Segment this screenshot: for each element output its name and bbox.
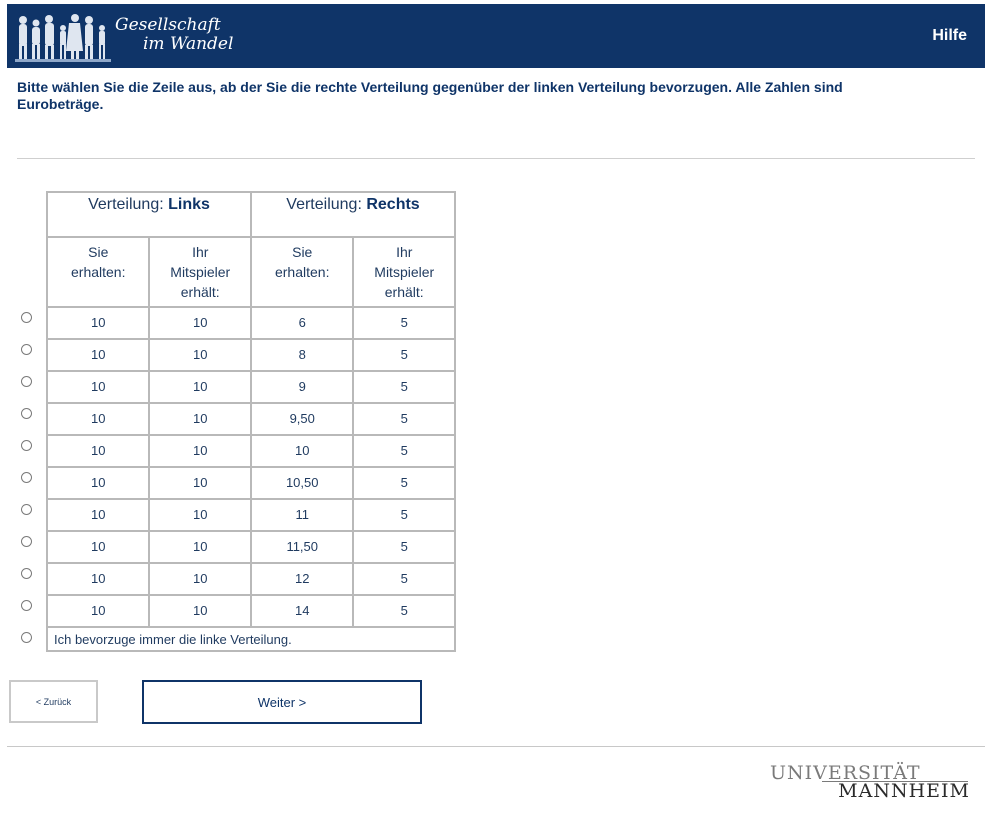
cell-right-partner: 5 <box>352 498 456 532</box>
cell-left-you: 10 <box>45 434 151 468</box>
cell-left-partner: 10 <box>148 530 252 564</box>
group-left-prefix: Verteilung: <box>88 196 169 213</box>
cell-right-you: 9 <box>249 370 355 404</box>
column-group-right: Verteilung: Rechts <box>249 191 457 238</box>
always-left-label: Ich bevorzuge immer die linke Verteilung… <box>46 626 456 652</box>
cell-right-partner: 5 <box>352 466 456 500</box>
cell-left-you: 10 <box>45 594 151 628</box>
row-radio-10[interactable] <box>21 600 32 611</box>
cell-right-partner: 5 <box>352 434 456 468</box>
cell-left-you: 10 <box>45 498 151 532</box>
cell-right-you: 12 <box>249 562 355 596</box>
help-link[interactable]: Hilfe <box>932 27 967 45</box>
cell-left-you: 10 <box>45 338 151 372</box>
table-row: 10 10 14 5 <box>45 594 456 628</box>
cell-left-you: 10 <box>45 466 151 500</box>
cell-left-partner: 10 <box>148 338 252 372</box>
people-silhouette-logo-icon <box>15 14 111 62</box>
table-row: 10 10 6 5 <box>45 306 456 340</box>
row-radio-1[interactable] <box>21 312 32 323</box>
cell-right-you: 11 <box>249 498 355 532</box>
row-radio-4[interactable] <box>21 408 32 419</box>
cell-right-partner: 5 <box>352 594 456 628</box>
row-radio-2[interactable] <box>21 344 32 355</box>
table-row: 10 10 10 5 <box>45 434 456 468</box>
cell-right-partner: 5 <box>352 562 456 596</box>
cell-right-you: 10 <box>249 434 355 468</box>
col-header-left-you: Sie erhalten: <box>45 236 151 308</box>
row-radio-7[interactable] <box>21 504 32 515</box>
university-logo: UNIVERSITÄT MANNHEIM <box>770 762 970 802</box>
instruction-text: Bitte wählen Sie die Zeile aus, ab der S… <box>17 79 843 112</box>
column-group-left: Verteilung: Links <box>46 191 252 238</box>
logo-line-1: Gesellschaft <box>115 15 221 35</box>
row-radio-9[interactable] <box>21 568 32 579</box>
back-button[interactable]: < Zurück <box>9 680 98 723</box>
cell-right-partner: 5 <box>352 370 456 404</box>
cell-left-partner: 10 <box>148 306 252 340</box>
university-logo-line-2: MANNHEIM <box>838 780 970 802</box>
cell-right-you: 10,50 <box>249 466 355 500</box>
table-row: 10 10 10,50 5 <box>45 466 456 500</box>
logo-wordmark: Gesellschaft im Wandel <box>115 16 233 54</box>
cell-left-you: 10 <box>45 402 151 436</box>
col-header-left-partner: Ihr Mitspieler erhält: <box>148 236 252 308</box>
row-radio-6[interactable] <box>21 472 32 483</box>
cell-left-you: 10 <box>45 306 151 340</box>
table-row: 10 10 9 5 <box>45 370 456 404</box>
cell-right-you: 6 <box>249 306 355 340</box>
footer-divider <box>7 746 985 747</box>
row-radio-8[interactable] <box>21 536 32 547</box>
table-row: 10 10 9,50 5 <box>45 402 456 436</box>
divider <box>17 158 975 159</box>
table-row: 10 10 8 5 <box>45 338 456 372</box>
group-left-name: Links <box>168 196 210 213</box>
cell-right-you: 11,50 <box>249 530 355 564</box>
cell-left-you: 10 <box>45 370 151 404</box>
logo-line-2: im Wandel <box>143 34 234 54</box>
cell-right-partner: 5 <box>352 306 456 340</box>
next-button[interactable]: Weiter > <box>142 680 422 724</box>
cell-left-partner: 10 <box>148 466 252 500</box>
table-row-always-left: Ich bevorzuge immer die linke Verteilung… <box>46 626 456 652</box>
cell-right-you: 14 <box>249 594 355 628</box>
cell-right-you: 8 <box>249 338 355 372</box>
col-header-right-partner: Ihr Mitspieler erhält: <box>352 236 456 308</box>
cell-left-you: 10 <box>45 562 151 596</box>
always-left-radio[interactable] <box>21 632 32 643</box>
cell-right-partner: 5 <box>352 402 456 436</box>
table-row: 10 10 12 5 <box>45 562 456 596</box>
cell-left-partner: 10 <box>148 402 252 436</box>
cell-left-partner: 10 <box>148 498 252 532</box>
cell-right-partner: 5 <box>352 530 456 564</box>
distribution-table: Verteilung: Links Verteilung: Rechts Sie… <box>45 191 457 652</box>
row-radio-3[interactable] <box>21 376 32 387</box>
table-row: 10 10 11 5 <box>45 498 456 532</box>
cell-left-partner: 10 <box>148 562 252 596</box>
cell-left-partner: 10 <box>148 594 252 628</box>
col-header-right-you: Sie erhalten: <box>249 236 355 308</box>
group-right-prefix: Verteilung: <box>286 196 367 213</box>
group-right-name: Rechts <box>366 196 420 213</box>
cell-right-you: 9,50 <box>249 402 355 436</box>
cell-right-partner: 5 <box>352 338 456 372</box>
header-bar: Gesellschaft im Wandel Hilfe <box>7 4 985 68</box>
cell-left-partner: 10 <box>148 434 252 468</box>
cell-left-you: 10 <box>45 530 151 564</box>
cell-left-partner: 10 <box>148 370 252 404</box>
row-radio-5[interactable] <box>21 440 32 451</box>
table-row: 10 10 11,50 5 <box>45 530 456 564</box>
